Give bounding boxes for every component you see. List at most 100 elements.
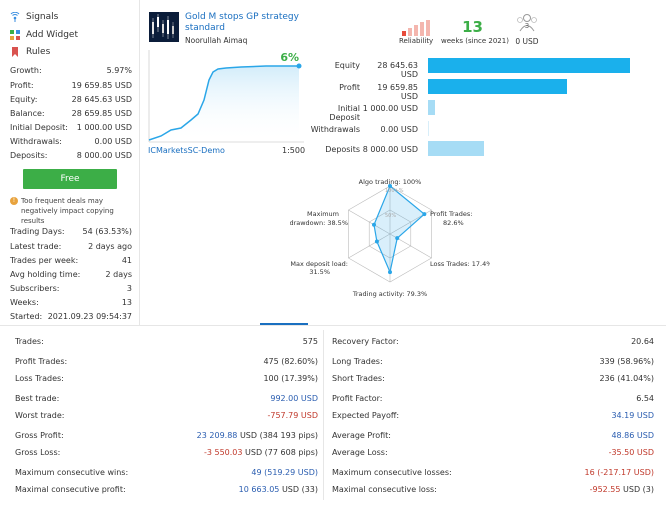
signal-avatar[interactable] — [149, 12, 179, 42]
add-widget-label: Add Widget — [26, 30, 78, 40]
broker-server[interactable]: ICMarketsSC-Demo — [148, 146, 225, 155]
radar-chart: 100+% 50% Algo trading: 100% Profit Trad… — [290, 178, 490, 298]
stat-number: 20.64 — [631, 337, 654, 346]
radar-point — [374, 239, 379, 244]
radar-label-loss: Loss Trades: 17.4% — [430, 260, 490, 268]
stat-label: Worst trade: — [15, 411, 65, 420]
radar-label-algo: Algo trading: 100% — [359, 178, 422, 186]
growth-chart[interactable]: 6% — [146, 50, 304, 150]
radar-label-deposit-1: Max deposit load: — [290, 260, 348, 268]
stat-value: 992.00 USD — [118, 394, 318, 403]
stat-number: -757.79 USD — [267, 411, 318, 420]
radar-label-drawdown-2: drawdown: 38.5% — [290, 219, 348, 227]
stat-equity: Equity: 28 645.63 USD — [10, 95, 132, 104]
bar-label-profit: Profit — [339, 83, 360, 92]
radar-label-activity: Trading activity: 79.3% — [352, 290, 427, 298]
radar-label-profit-2: 82.6% — [443, 219, 464, 227]
warning-text: Too frequent deals may negatively impact… — [21, 197, 114, 225]
stat-label: Maximum consecutive wins: — [15, 468, 129, 477]
bar-label-withdrawals: Withdrawals — [310, 125, 360, 134]
stat-subscribers: Subscribers: 3 — [10, 284, 132, 293]
radar-point — [395, 236, 400, 241]
add-widget-link[interactable]: Add Widget — [10, 28, 78, 42]
stat-number: 34.19 USD — [611, 411, 654, 420]
bar-label-equity: Equity — [334, 61, 360, 70]
stat-number: 475 (82.60%) — [263, 357, 318, 366]
stat-label: Average Profit: — [332, 431, 391, 440]
stat-avg-holding: Avg holding time: 2 days — [10, 270, 132, 279]
stat-number: 49 — [251, 468, 262, 477]
stat-label: Maximal consecutive loss: — [332, 485, 437, 494]
bar-profit — [428, 79, 567, 94]
stat-withdrawals: Withdrawals: 0.00 USD — [10, 137, 132, 146]
stat-label: Maximum consecutive losses: — [332, 468, 452, 477]
stat-label: Maximal consecutive profit: — [15, 485, 126, 494]
stat-label: Gross Loss: — [15, 448, 61, 457]
section-divider — [0, 325, 666, 326]
free-subscribe-button[interactable]: Free — [23, 169, 117, 189]
stat-number: -35.50 USD — [608, 448, 654, 457]
stat-label: Expected Payoff: — [332, 411, 400, 420]
stat-label: Average Loss: — [332, 448, 388, 457]
rules-label: Rules — [26, 47, 51, 57]
stat-initial-deposit: Initial Deposit: 1 000.00 USD — [10, 123, 132, 132]
weeks-count: 13 — [462, 18, 483, 36]
rules-link[interactable]: Rules — [10, 45, 50, 59]
signals-label: Signals — [26, 12, 59, 22]
bar-value-profit: 19 659.85 USD — [377, 83, 418, 101]
stat-value: 16 (-217.17 USD) — [454, 468, 655, 477]
subscribers-value: 0 USD — [515, 37, 539, 46]
bar-equity — [428, 58, 630, 73]
radar-point — [388, 270, 392, 275]
candlestick-image — [149, 12, 179, 42]
stat-value: 10 663.05 USD (33) — [118, 485, 318, 494]
stat-value: 6.54 — [454, 394, 654, 403]
stat-latest-trade: Latest trade: 2 days ago — [10, 242, 132, 251]
radar-label-drawdown-1: Maximum — [307, 210, 339, 218]
weeks-label: weeks (since 2021) — [441, 37, 509, 45]
stat-number: -952.55 — [589, 485, 621, 494]
radar-point — [422, 212, 427, 217]
stat-number: 10 663.05 — [238, 485, 280, 494]
stat-started: Started: 2021.09.23 09:54:37 — [10, 312, 132, 321]
reliability-label: Reliability — [399, 37, 434, 45]
stat-label: Recovery Factor: — [332, 337, 399, 346]
stat-value: 23 209.88 USD (384 193 pips) — [118, 431, 318, 440]
signal-title[interactable]: Gold M stops GP strategy standard — [185, 12, 305, 34]
column-separator — [323, 330, 324, 500]
reliability-icon — [402, 20, 430, 36]
stat-number: 100 (17.39%) — [263, 374, 318, 383]
stat-growth: Growth: 5.97% — [10, 66, 132, 75]
stat-number: 339 (58.96%) — [599, 357, 654, 366]
stat-value: 48.86 USD — [454, 431, 654, 440]
stat-label: Profit Factor: — [332, 394, 383, 403]
bar-label-initial-deposit: Initial Deposit — [329, 104, 360, 122]
stat-label: Short Trades: — [332, 374, 385, 383]
signal-author[interactable]: Noorullah Aimaq — [185, 36, 247, 45]
stat-weeks: Weeks: 13 — [10, 298, 132, 307]
stat-value: -35.50 USD — [454, 448, 654, 457]
bar-withdrawals — [428, 121, 429, 136]
stat-detail: USD (77 608 pips) — [245, 448, 318, 457]
leverage: 1:500 — [282, 146, 306, 155]
bar-value-equity: 28 645.63 USD — [377, 61, 418, 79]
radar-label-profit-1: Profit Trades: — [430, 210, 472, 218]
stat-number: 48.86 USD — [611, 431, 654, 440]
stat-number: 236 (41.04%) — [599, 374, 654, 383]
bookmark-icon — [12, 47, 18, 57]
stat-trading-days: Trading Days: 54 (63.53%) — [10, 227, 132, 236]
bar-value-deposits: 8 000.00 USD — [362, 145, 418, 154]
warning-icon: ! — [10, 197, 18, 205]
stat-deposits: Deposits: 8 000.00 USD — [10, 151, 132, 160]
stat-value: 236 (41.04%) — [454, 374, 654, 383]
subscribers-badge: 3 — [525, 22, 529, 30]
radar-ring-50: 50% — [385, 213, 396, 219]
bar-value-withdrawals: 0.00 USD — [380, 125, 418, 134]
growth-percent: 6% — [280, 51, 299, 64]
stat-trades-per-week: Trades per week: 41 — [10, 256, 132, 265]
stat-detail: USD (33) — [281, 485, 318, 494]
stat-value: 34.19 USD — [454, 411, 654, 420]
signals-link[interactable]: Signals — [10, 10, 58, 24]
growth-end-point — [296, 63, 302, 69]
bar-label-deposits: Deposits — [325, 145, 360, 154]
